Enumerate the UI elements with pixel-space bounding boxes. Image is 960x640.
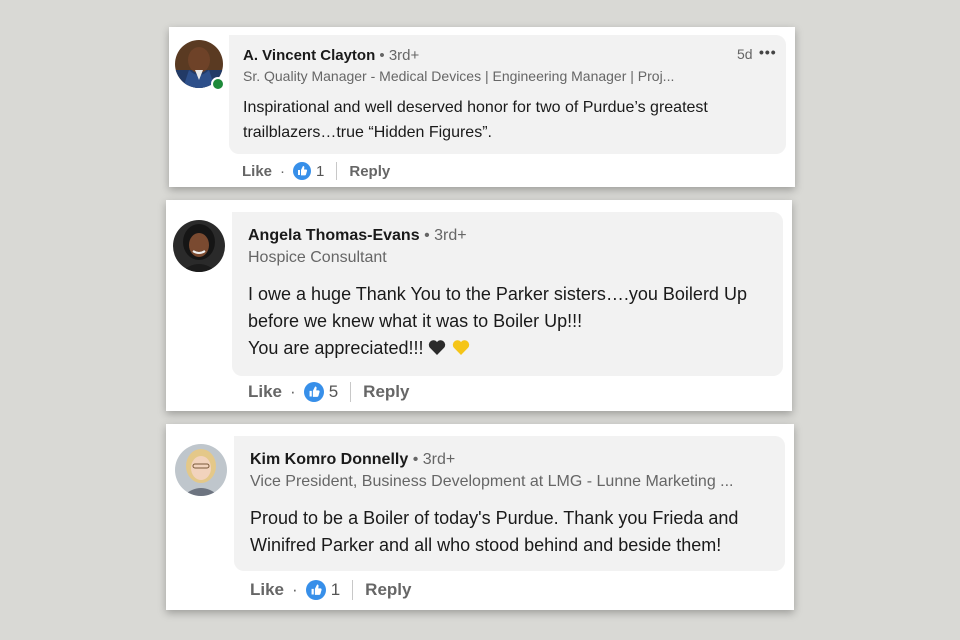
author-name[interactable]: Kim Komro Donnelly [250,451,408,468]
comment-timestamp: 5d [737,46,753,62]
comment-bubble: A. Vincent Clayton • 3rd+ 5d ••• Sr. Qua… [229,35,786,154]
divider [336,162,338,180]
comment-text-line: Winifred Parker and all who stood behind… [250,535,722,555]
author-headline: Sr. Quality Manager - Medical Devices | … [243,68,675,84]
author-headline: Hospice Consultant [248,249,387,266]
avatar[interactable] [175,444,227,496]
yellow-heart-icon [452,337,470,364]
separator-dot: · [290,382,296,401]
connection-degree: • 3rd+ [424,227,467,244]
comment-actions: Like · 1 Reply [242,160,390,182]
comment-text: Inspirational and well deserved honor fo… [243,95,708,145]
reaction-count[interactable]: 5 [329,382,338,402]
separator-dot: · [292,580,298,599]
reply-button[interactable]: Reply [365,580,411,600]
like-reaction-icon[interactable] [303,382,324,402]
comment-text-line: before we knew what it was to Boiler Up!… [248,311,583,331]
comment-actions: Like · 5 Reply [248,381,409,403]
like-button[interactable]: Like [248,382,282,402]
comment-card: Angela Thomas-Evans • 3rd+ Hospice Consu… [166,200,792,411]
avatar-photo [175,444,227,496]
avatar[interactable] [173,220,225,272]
connection-degree: • 3rd+ [379,47,420,64]
reply-button[interactable]: Reply [363,382,409,402]
comment-bubble: Kim Komro Donnelly • 3rd+ Vice President… [234,436,785,571]
author-headline: Vice President, Business Development at … [250,473,734,490]
like-button[interactable]: Like [242,163,272,180]
like-reaction-icon[interactable] [293,162,312,180]
comment-text-line: trailblazers…true “Hidden Figures”. [243,124,492,141]
reaction-count[interactable]: 1 [316,163,324,180]
connection-degree: • 3rd+ [412,451,456,468]
online-status-dot [211,77,225,91]
comment-card: Kim Komro Donnelly • 3rd+ Vice President… [166,424,794,610]
author-name[interactable]: Angela Thomas-Evans [248,227,420,244]
divider [352,580,354,600]
like-reaction-icon[interactable] [305,580,326,600]
comment-bubble: Angela Thomas-Evans • 3rd+ Hospice Consu… [232,212,783,376]
author-name[interactable]: A. Vincent Clayton [243,47,375,64]
comment-actions: Like · 1 Reply [250,579,411,601]
avatar-photo [173,220,225,272]
like-button[interactable]: Like [250,580,284,600]
black-heart-icon [428,337,446,364]
reply-button[interactable]: Reply [349,163,390,180]
reaction-count[interactable]: 1 [331,580,340,600]
comment-text-line: Proud to be a Boiler of today's Purdue. … [250,508,739,528]
comment-card: A. Vincent Clayton • 3rd+ 5d ••• Sr. Qua… [169,27,795,187]
more-options-icon[interactable]: ••• [759,44,777,60]
comment-text: I owe a huge Thank You to the Parker sis… [248,281,747,364]
comment-text-line: Inspirational and well deserved honor fo… [243,99,708,116]
comment-text-line-with-emoji: You are appreciated!!! [248,335,747,364]
comment-text-line: I owe a huge Thank You to the Parker sis… [248,284,747,304]
divider [350,382,352,402]
comment-text: Proud to be a Boiler of today's Purdue. … [250,505,738,559]
comment-text-line: You are appreciated!!! [248,338,424,358]
separator-dot: · [280,162,286,180]
